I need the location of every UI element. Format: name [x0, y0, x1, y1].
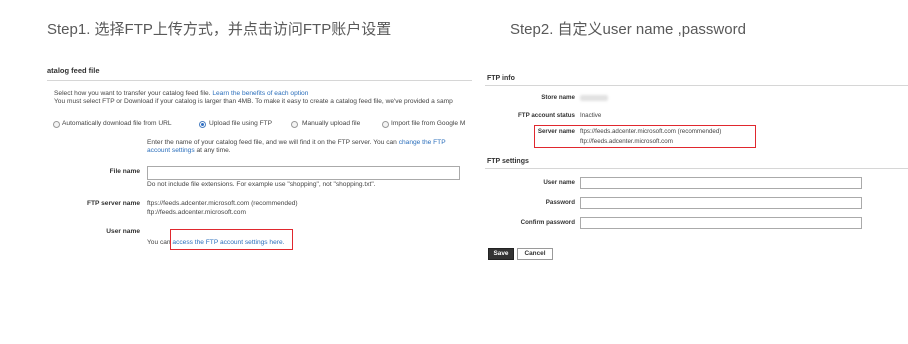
ftp-account-panel: FTP info Store name FTP account status I… [480, 0, 908, 344]
file-name-hint: Do not include file extensions. For exam… [147, 181, 376, 188]
ftp-server-value-ftp: ftp://feeds.adcenter.microsoft.com [147, 209, 246, 216]
highlight-box-access-link [170, 229, 293, 250]
catalog-divider [47, 80, 472, 81]
option-radio-upload-ftp[interactable] [199, 121, 206, 128]
catalog-feed-panel: atalog feed file Select how you want to … [0, 0, 472, 344]
ftp-server-label: FTP server name [86, 200, 140, 207]
ftp-info-divider [485, 85, 908, 86]
account-status-label: FTP account status [518, 112, 575, 119]
ftp-hint-line-2: account settings at any time. [147, 147, 231, 155]
ftp-settings-divider [485, 168, 908, 169]
ftp-info-heading: FTP info [487, 75, 515, 82]
ftp-hint-line-1: Enter the name of your catalog feed file… [147, 139, 446, 147]
user-name-note-text: You can [147, 239, 173, 246]
learn-benefits-link[interactable]: Learn the benefits of each option [212, 90, 308, 97]
server-name-label: Server name [537, 128, 575, 135]
intro-line: Select how you want to transfer your cat… [54, 90, 308, 98]
change-ftp-settings-link-cont[interactable]: account settings [147, 147, 195, 154]
store-name-value-redacted [580, 95, 608, 101]
ftp-confirm-password-input[interactable] [580, 217, 862, 229]
ftp-password-label: Password [545, 199, 575, 206]
file-name-input[interactable] [147, 166, 460, 180]
catalog-heading: atalog feed file [47, 66, 100, 75]
option-radio-import-google[interactable] [382, 121, 389, 128]
store-name-label: Store name [541, 94, 575, 101]
ftp-password-input[interactable] [580, 197, 862, 209]
server-name-value-ftp: ftp://feeds.adcenter.microsoft.com [580, 138, 673, 145]
ftp-hint-text-1: Enter the name of your catalog feed file… [147, 139, 399, 146]
option-radio-download-url[interactable] [53, 121, 60, 128]
option-radio-manual-upload[interactable] [291, 121, 298, 128]
option-label-upload-ftp[interactable]: Upload file using FTP [209, 120, 272, 128]
ftp-user-name-label: User name [543, 179, 575, 186]
ftp-settings-heading: FTP settings [487, 158, 529, 165]
server-name-value-ftps: ftps://feeds.adcenter.microsoft.com (rec… [580, 128, 722, 135]
option-label-manual-upload[interactable]: Manually upload file [302, 120, 360, 128]
account-status-value: Inactive [580, 112, 602, 119]
ftp-hint-text-2: at any time. [194, 147, 231, 154]
ftp-user-name-input[interactable] [580, 177, 862, 189]
ftp-confirm-password-label: Confirm password [520, 219, 575, 226]
file-name-label: File name [109, 168, 140, 175]
intro-text: Select how you want to transfer your cat… [54, 90, 213, 97]
user-name-label: User name [106, 228, 140, 235]
change-ftp-settings-link[interactable]: change the FTP [399, 139, 446, 146]
option-label-download-url[interactable]: Automatically download file from URL [62, 120, 172, 128]
option-label-import-google[interactable]: Import file from Google M [391, 120, 465, 128]
ftp-server-value-ftps: ftps://feeds.adcenter.microsoft.com (rec… [147, 200, 298, 207]
size-note: You must select FTP or Download if your … [54, 98, 453, 105]
save-button[interactable]: Save [488, 248, 514, 260]
cancel-button[interactable]: Cancel [517, 248, 553, 260]
